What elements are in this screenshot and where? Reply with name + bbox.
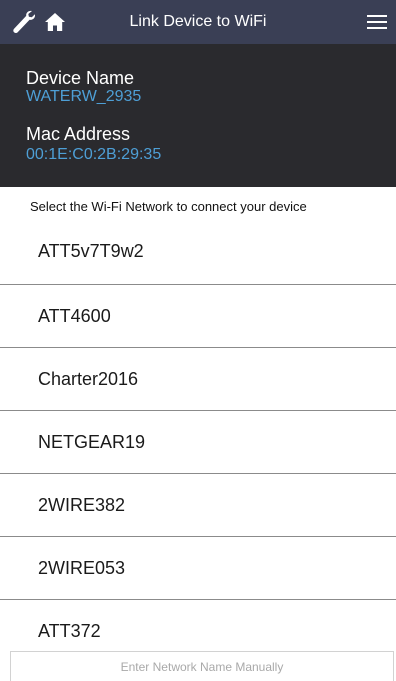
network-item[interactable]: Charter2016 bbox=[0, 348, 396, 411]
header-title: Link Device to WiFi bbox=[129, 13, 267, 30]
network-item[interactable]: 2WIRE053 bbox=[0, 537, 396, 600]
network-item[interactable]: ATT4600 bbox=[0, 285, 396, 348]
mac-address-label: Mac Address bbox=[26, 124, 131, 144]
menu-icon[interactable] bbox=[366, 0, 388, 44]
instruction-text: Select the Wi-Fi Network to connect your… bbox=[30, 199, 307, 214]
manual-network-input[interactable] bbox=[10, 651, 394, 681]
device-name-value: WATERW_2935 bbox=[26, 88, 142, 105]
device-info-panel: Device Name WATERW_2935 Mac Address 00:1… bbox=[0, 44, 396, 187]
network-item[interactable]: NETGEAR19 bbox=[0, 411, 396, 474]
app-header: Link Device to WiFi bbox=[0, 0, 396, 44]
network-list: ATT5v7T9w2 ATT4600 Charter2016 NETGEAR19… bbox=[0, 218, 396, 663]
network-item[interactable]: ATT5v7T9w2 bbox=[0, 218, 396, 285]
device-name-label: Device Name bbox=[26, 68, 135, 88]
mac-address-value: 00:1E:C0:2B:29:35 bbox=[26, 146, 162, 163]
network-item[interactable]: 2WIRE382 bbox=[0, 474, 396, 537]
